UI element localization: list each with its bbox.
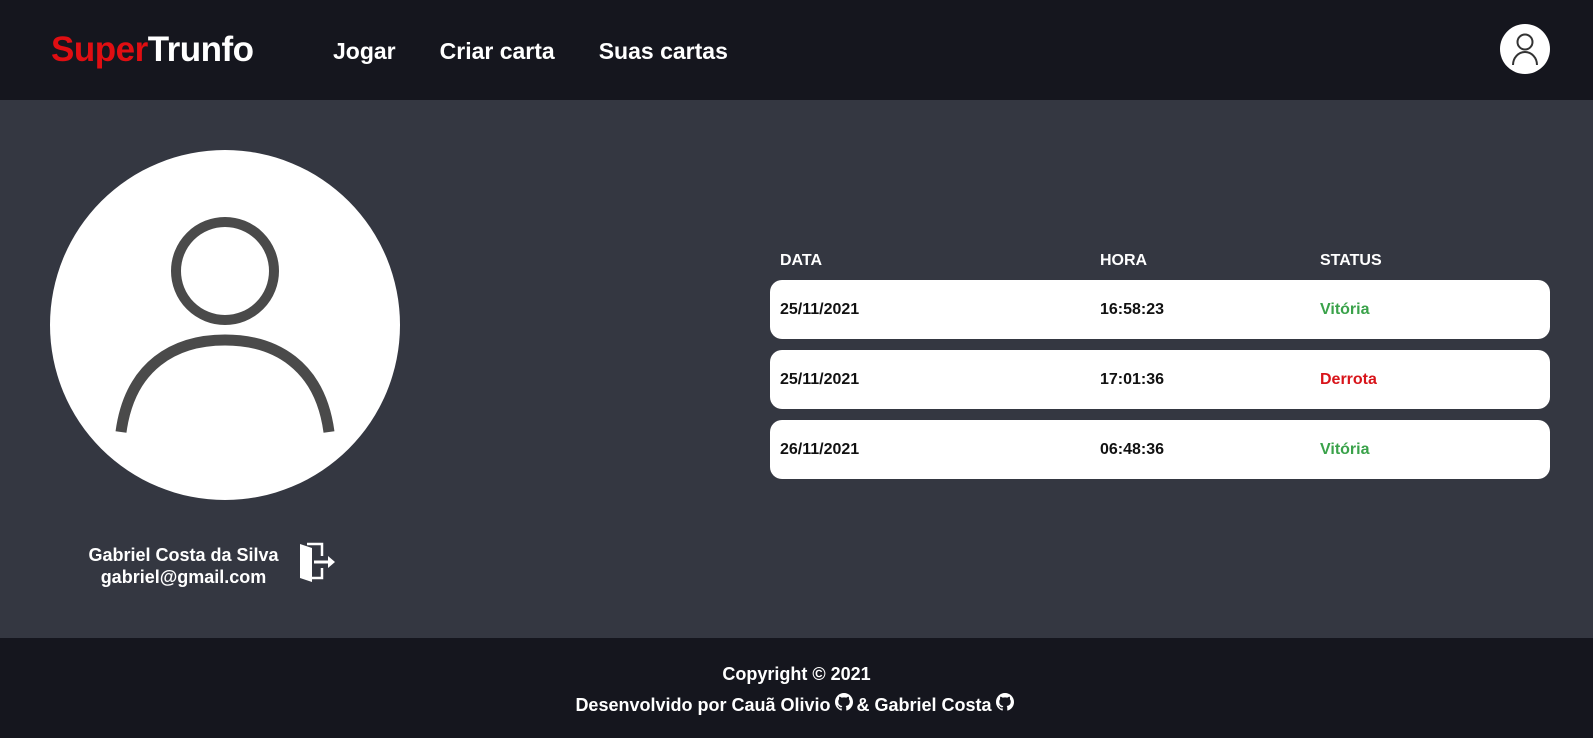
profile-name: Gabriel Costa da Silva [88,545,279,565]
credits-connector: & Gabriel Costa [856,694,992,715]
match-history-table: DATA HORA STATUS 25/11/2021 16:58:23 Vit… [770,242,1550,490]
user-icon [1512,33,1538,66]
table-row: 25/11/2021 17:01:36 Derrota [770,350,1550,409]
logo-trunfo: Trunfo [147,30,254,69]
nav-jogar[interactable]: Jogar [333,35,396,67]
row-time: 06:48:36 [1100,440,1165,458]
row-time: 16:58:23 [1100,300,1165,318]
github-icon [834,693,853,711]
table-row: 26/11/2021 06:48:36 Vitória [770,420,1550,479]
top-navbar: SuperTrunfo Jogar Criar carta Suas carta… [0,0,1593,100]
avatar-user-icon [115,217,335,433]
copyright-text: Copyright © 2021 [722,664,871,684]
row-status: Vitória [1320,300,1370,318]
footer: Copyright © 2021 Desenvolvido por Cauã O… [0,638,1593,738]
profile-avatar [50,150,400,500]
github-icon [995,693,1014,711]
nav-criar-carta[interactable]: Criar carta [440,35,555,67]
logo-super: Super [51,30,148,69]
table-header: DATA HORA STATUS [770,242,1550,280]
row-status: Vitória [1320,440,1370,458]
credits-prefix: Desenvolvido por Cauã Olivio [575,694,831,715]
logout-button[interactable] [298,541,336,588]
row-time: 17:01:36 [1100,370,1165,388]
header-user-avatar-button[interactable] [1500,24,1550,74]
profile-info: Gabriel Costa da Silva gabriel@gmail.com [80,544,287,588]
row-date: 26/11/2021 [780,440,860,458]
column-header-status: STATUS [1320,252,1382,269]
logout-door-icon [300,542,335,582]
row-date: 25/11/2021 [780,370,860,388]
row-date: 25/11/2021 [780,300,860,318]
profile-page: Gabriel Costa da Silva gabriel@gmail.com… [0,100,1593,638]
row-status: Derrota [1320,370,1377,388]
table-row: 25/11/2021 16:58:23 Vitória [770,280,1550,339]
logo[interactable]: SuperTrunfo [51,28,254,72]
column-header-hora: HORA [1100,252,1148,269]
github-link-caua[interactable] [834,693,853,716]
main-nav: Jogar Criar carta Suas cartas [333,35,772,67]
profile-email: gabriel@gmail.com [100,567,267,587]
developer-credits: Desenvolvido por Cauã Olivio & Gabriel C… [0,693,1593,716]
nav-suas-cartas[interactable]: Suas cartas [599,35,728,67]
column-header-data: DATA [780,252,823,269]
github-link-gabriel[interactable] [995,693,1014,716]
